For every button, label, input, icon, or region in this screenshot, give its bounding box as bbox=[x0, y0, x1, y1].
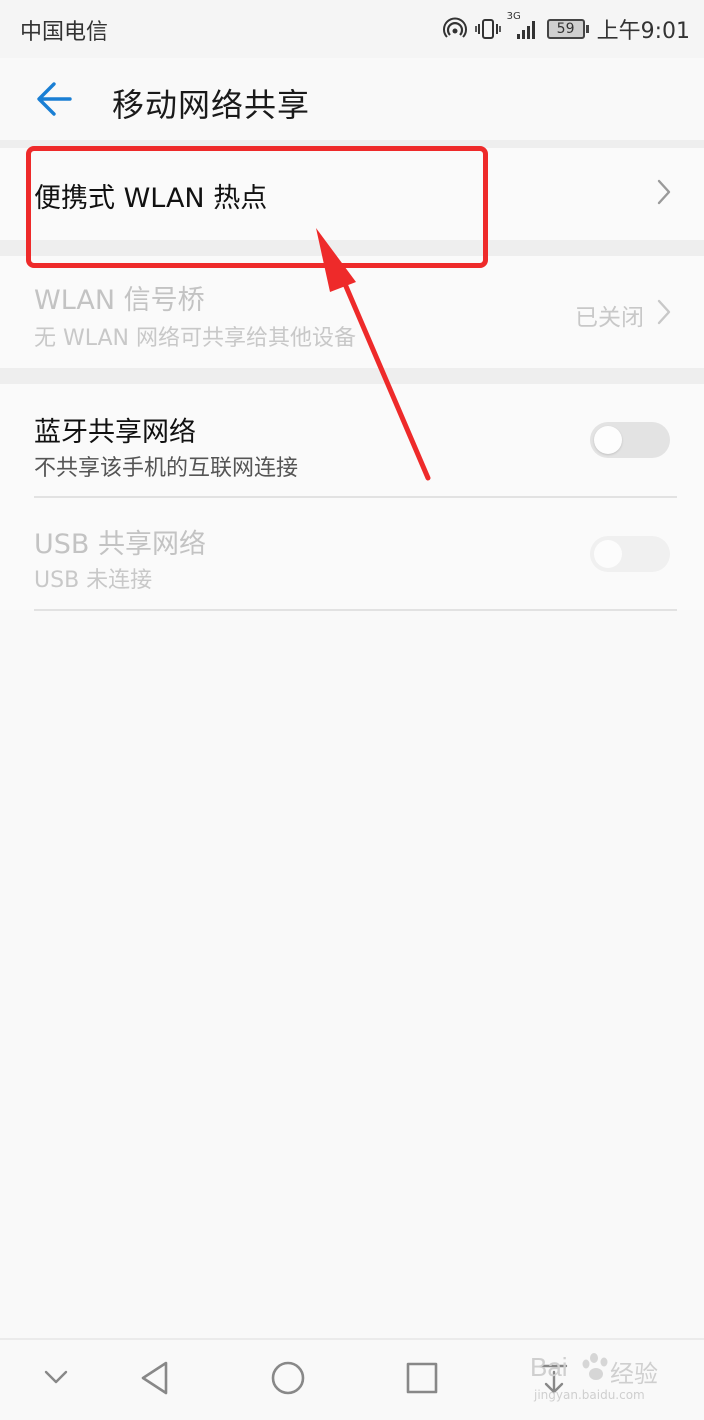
usb-tethering-description: USB 未连接 bbox=[34, 568, 153, 593]
wlan-bridge-status: 已关闭 bbox=[575, 305, 644, 331]
list-item-bluetooth-tethering: 蓝牙共享网络 不共享该手机的互联网连接 bbox=[0, 384, 704, 498]
nav-back-button[interactable] bbox=[138, 1358, 172, 1402]
chevron-down-icon bbox=[44, 1370, 68, 1384]
page-title: 移动网络共享 bbox=[112, 86, 311, 124]
status-bar: 中国电信 3G 59 上午9:01 bbox=[0, 0, 704, 58]
vibrate-icon bbox=[474, 17, 501, 41]
list-item-wlan-bridge[interactable]: WLAN 信号桥 无 WLAN 网络可共享给其他设备 已关闭 bbox=[0, 256, 704, 368]
signal-icon: 3G bbox=[507, 11, 539, 41]
back-button[interactable] bbox=[30, 78, 82, 120]
hotspot-icon bbox=[442, 17, 467, 41]
back-triangle-icon bbox=[141, 1361, 168, 1395]
network-type-label: 3G bbox=[506, 11, 521, 22]
system-nav-bar bbox=[0, 1338, 704, 1420]
section-divider bbox=[0, 368, 704, 384]
bluetooth-tethering-toggle[interactable] bbox=[590, 422, 670, 458]
toggle-knob bbox=[594, 426, 622, 454]
usb-tethering-toggle[interactable] bbox=[590, 536, 670, 572]
toggle-knob bbox=[594, 540, 622, 568]
chevron-right-icon bbox=[657, 179, 671, 205]
section-divider bbox=[0, 140, 704, 148]
app-header: 移动网络共享 bbox=[0, 58, 704, 140]
list-item-usb-tethering: USB 共享网络 USB 未连接 bbox=[0, 498, 704, 610]
chevron-right-icon bbox=[657, 299, 671, 325]
bluetooth-tethering-label: 蓝牙共享网络 bbox=[34, 417, 196, 448]
battery-indicator: 59 bbox=[546, 19, 589, 39]
back-arrow-icon bbox=[37, 82, 72, 116]
recents-square-icon bbox=[406, 1362, 438, 1394]
nav-collapse-button[interactable] bbox=[40, 1366, 72, 1394]
row-divider bbox=[34, 609, 677, 611]
nav-notification-button[interactable] bbox=[538, 1362, 570, 1402]
wlan-bridge-description: 无 WLAN 网络可共享给其他设备 bbox=[34, 326, 357, 351]
wlan-hotspot-label: 便携式 WLAN 热点 bbox=[34, 183, 268, 214]
nav-home-button[interactable] bbox=[268, 1358, 308, 1402]
list-item-wlan-hotspot[interactable]: 便携式 WLAN 热点 bbox=[0, 148, 704, 240]
carrier-name: 中国电信 bbox=[20, 20, 109, 45]
bluetooth-tethering-description: 不共享该手机的互联网连接 bbox=[34, 456, 299, 481]
section-divider bbox=[0, 240, 704, 256]
status-icons: 3G 59 上午9:01 bbox=[442, 11, 690, 46]
clock: 上午9:01 bbox=[596, 19, 690, 44]
wlan-bridge-label: WLAN 信号桥 bbox=[34, 285, 205, 316]
notification-pull-icon bbox=[540, 1364, 568, 1394]
nav-recents-button[interactable] bbox=[404, 1358, 440, 1402]
usb-tethering-label: USB 共享网络 bbox=[34, 529, 207, 560]
home-circle-icon bbox=[271, 1361, 305, 1395]
